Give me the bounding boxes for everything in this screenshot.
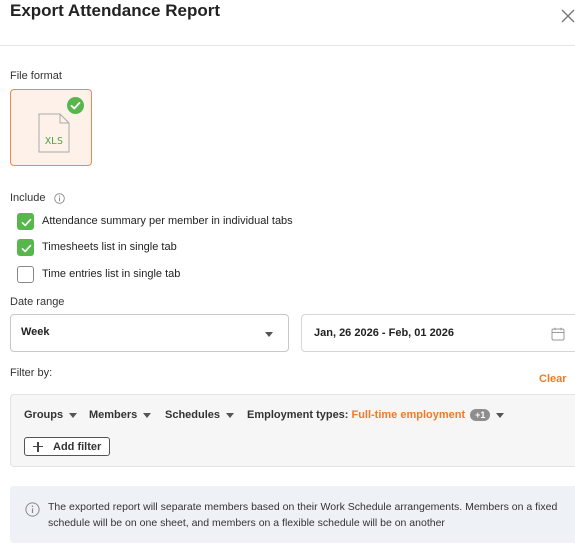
xls-file-icon: XLS (38, 113, 70, 153)
file-format-label: File format (10, 70, 62, 82)
include-option-summary[interactable]: Attendance summary per member in individ… (17, 212, 293, 230)
date-range-label: Date range (10, 296, 65, 308)
export-notice-text: The exported report will separate member… (48, 501, 558, 529)
add-filter-button[interactable]: Add filter (24, 437, 110, 456)
dialog-header: Export Attendance Report (0, 0, 575, 46)
time-entries-checkbox-label: Time entries list in single tab (42, 268, 181, 280)
filter-employment-types-label: Employment types: (247, 409, 349, 421)
chevron-down-icon (143, 412, 152, 418)
summary-checkbox-label: Attendance summary per member in individ… (42, 215, 293, 227)
period-select-value: Week (21, 326, 50, 338)
filter-members-label: Members (89, 409, 138, 421)
time-entries-checkbox[interactable] (17, 265, 34, 283)
xls-file-label: XLS (45, 136, 63, 147)
date-range-value: Jan, 26 2026 - Feb, 01 2026 (314, 327, 455, 339)
filter-by-label: Filter by: (10, 367, 53, 379)
include-option-timesheets[interactable]: Timesheets list in single tab (17, 238, 177, 256)
dialog-title: Export Attendance Report (10, 1, 221, 20)
filter-groups[interactable]: Groups (24, 408, 78, 422)
info-icon (25, 502, 40, 517)
filter-employment-extra-badge: +1 (470, 409, 491, 421)
selected-check-icon (67, 97, 84, 114)
plus-icon (33, 441, 43, 452)
chevron-down-icon (265, 332, 273, 337)
summary-checkbox[interactable] (17, 212, 34, 230)
timesheets-checkbox-label: Timesheets list in single tab (42, 241, 177, 253)
close-icon[interactable] (560, 8, 575, 24)
format-option-xls[interactable]: XLS (10, 89, 92, 166)
chevron-down-icon (69, 412, 78, 418)
filter-schedules-label: Schedules (165, 409, 221, 421)
clear-filters-button[interactable]: Clear (539, 373, 567, 385)
export-notice: The exported report will separate member… (10, 486, 575, 543)
chevron-down-icon (496, 412, 505, 418)
info-icon[interactable] (54, 193, 65, 204)
add-filter-label: Add filter (53, 440, 102, 453)
filter-employment-types[interactable]: Employment types: Full-time employment +… (247, 408, 505, 422)
calendar-icon[interactable] (551, 327, 565, 341)
filter-panel: Groups Members Schedules Employment type… (10, 394, 575, 467)
chevron-down-icon (226, 412, 235, 418)
filter-schedules[interactable]: Schedules (165, 408, 235, 422)
filter-groups-label: Groups (24, 409, 64, 421)
include-label: Include (10, 192, 46, 204)
date-range-picker[interactable]: Jan, 26 2026 - Feb, 01 2026 (301, 314, 575, 352)
period-select[interactable]: Week (10, 314, 289, 352)
include-option-time-entries[interactable]: Time entries list in single tab (17, 265, 180, 283)
filter-employment-value: Full-time employment (351, 409, 466, 421)
filter-members[interactable]: Members (89, 408, 152, 422)
timesheets-checkbox[interactable] (17, 238, 34, 256)
